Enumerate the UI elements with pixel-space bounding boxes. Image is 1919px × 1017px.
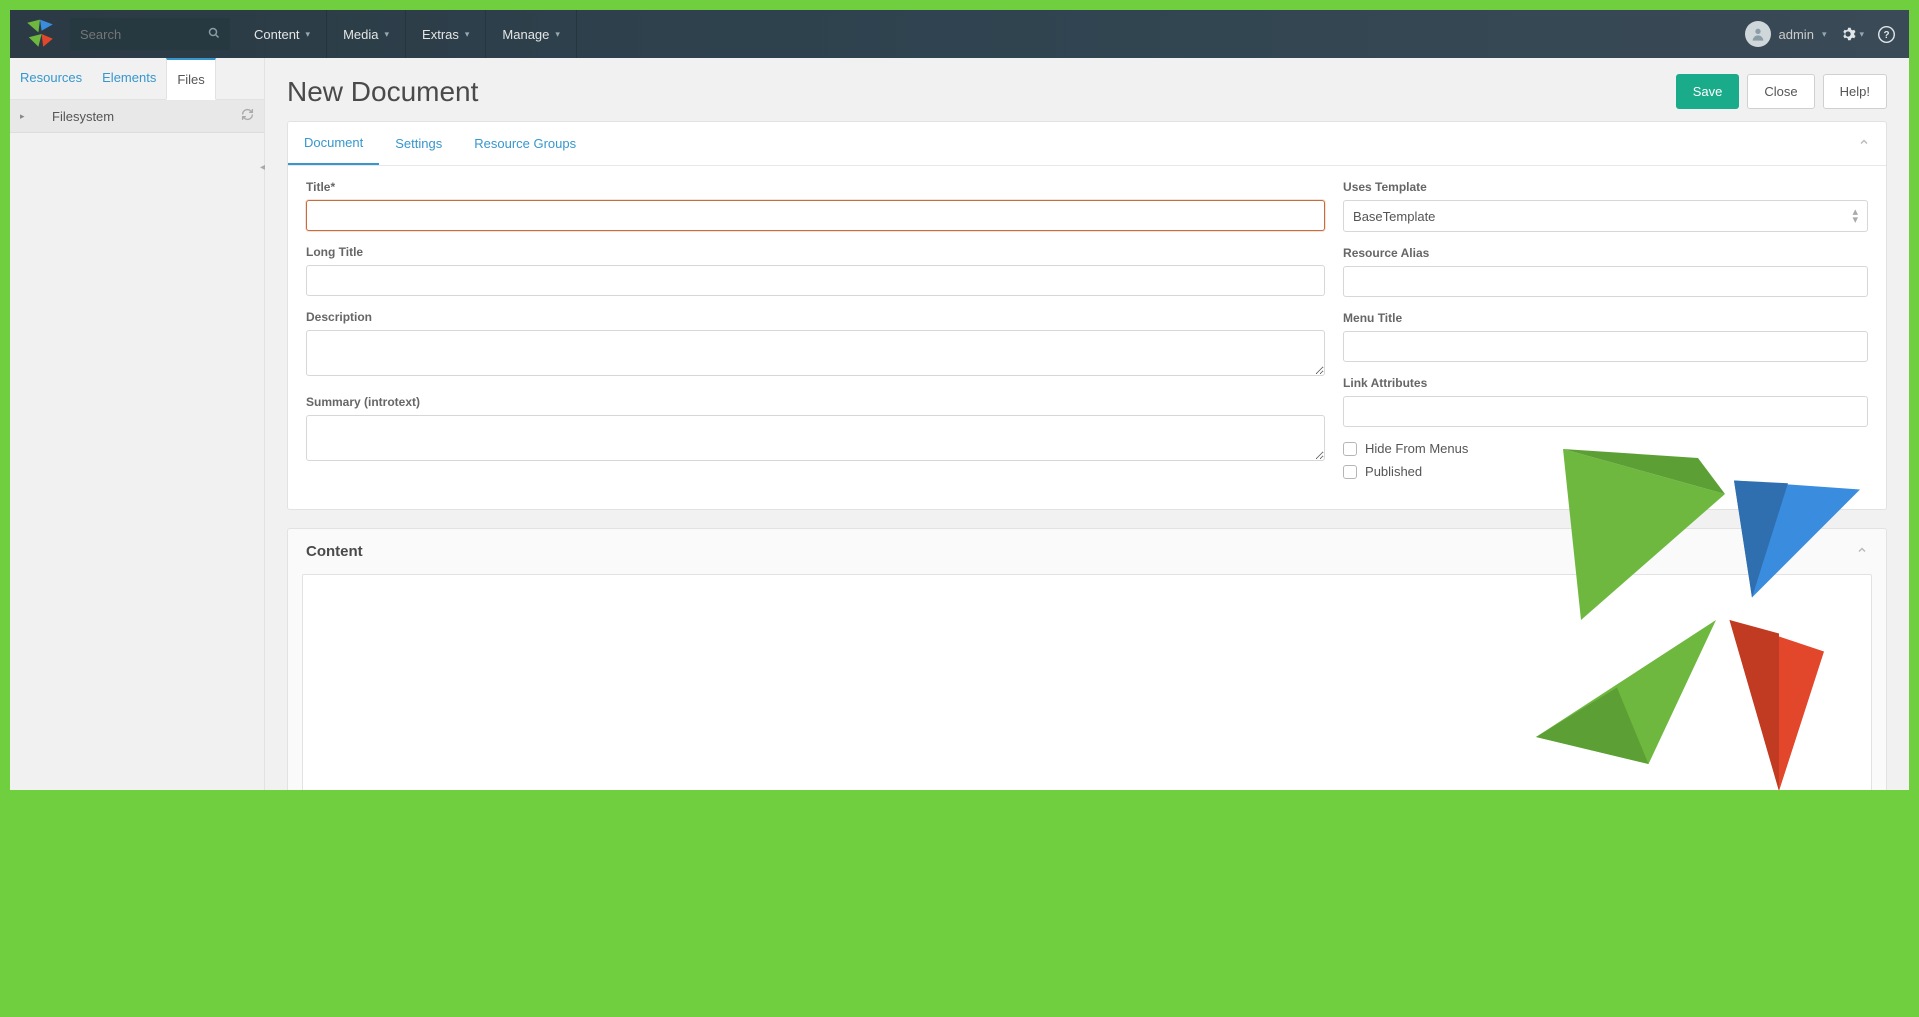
link-attrs-label: Link Attributes [1343, 376, 1868, 390]
chevron-up-icon [1858, 136, 1870, 148]
content-area: New Document Save Close Help! Document S… [265, 58, 1909, 790]
chevron-down-icon: ▾ [1822, 29, 1827, 40]
link-attrs-input[interactable] [1343, 396, 1868, 427]
menu-title-input[interactable] [1343, 331, 1868, 362]
description-input[interactable] [306, 330, 1325, 376]
tab-resource-groups[interactable]: Resource Groups [458, 123, 592, 164]
page-title: New Document [287, 76, 478, 108]
chevron-down-icon: ▾ [555, 29, 560, 40]
help-link-button[interactable]: Help! [1823, 74, 1887, 109]
long-title-input[interactable] [306, 265, 1325, 296]
tree-root-label: Filesystem [34, 109, 114, 124]
chevron-down-icon: ▾ [465, 29, 470, 40]
sidebar-tab-elements[interactable]: Elements [92, 58, 166, 99]
modx-logo-icon [24, 18, 56, 50]
sidebar-tab-resources[interactable]: Resources [10, 58, 92, 99]
alias-label: Resource Alias [1343, 246, 1868, 260]
title-input[interactable] [306, 200, 1325, 231]
user-menu[interactable]: admin ▾ [1745, 21, 1827, 47]
search-input[interactable] [80, 27, 202, 42]
document-panel: Document Settings Resource Groups Title* [287, 121, 1887, 510]
sidebar: Resources Elements Files ▸ Filesystem ◂ [10, 58, 265, 790]
nav-content[interactable]: Content▾ [238, 10, 327, 58]
nav-extras[interactable]: Extras▾ [406, 10, 486, 58]
topbar: Content▾ Media▾ Extras▾ Manage▾ admin ▾ … [10, 10, 1909, 58]
chevron-up-icon [1856, 544, 1868, 556]
chevron-down-icon: ▾ [385, 29, 390, 40]
help-button[interactable]: ? [1878, 26, 1895, 43]
tree-root[interactable]: ▸ Filesystem [10, 100, 264, 133]
menu-title-label: Menu Title [1343, 311, 1868, 325]
chevron-down-icon: ▾ [306, 29, 311, 40]
avatar [1745, 21, 1771, 47]
title-label: Title* [306, 180, 1325, 194]
tab-document[interactable]: Document [288, 122, 379, 165]
user-name: admin [1779, 27, 1814, 42]
alias-input[interactable] [1343, 266, 1868, 297]
refresh-icon[interactable] [241, 108, 254, 124]
chevron-right-icon: ▸ [20, 111, 34, 122]
sidebar-tabs: Resources Elements Files [10, 58, 264, 100]
hide-from-menus-checkbox[interactable]: Hide From Menus [1343, 441, 1868, 456]
settings-button[interactable]: ▾ [1840, 26, 1864, 42]
sort-icon: ▴▾ [1852, 208, 1858, 224]
summary-input[interactable] [306, 415, 1325, 461]
content-collapse-toggle[interactable] [1856, 544, 1868, 559]
save-button[interactable]: Save [1676, 74, 1740, 109]
help-icon: ? [1878, 26, 1895, 43]
summary-label: Summary (introtext) [306, 395, 1325, 409]
sidebar-collapse-handle[interactable]: ◂ [260, 162, 265, 173]
sidebar-tab-files[interactable]: Files [166, 58, 215, 100]
published-checkbox[interactable]: Published [1343, 464, 1868, 479]
tab-settings[interactable]: Settings [379, 123, 458, 164]
close-button[interactable]: Close [1747, 74, 1814, 109]
nav-media[interactable]: Media▾ [327, 10, 406, 58]
template-select[interactable]: BaseTemplate ▴▾ [1343, 200, 1868, 232]
app-logo[interactable] [10, 10, 70, 58]
checkbox-icon [1343, 465, 1357, 479]
template-label: Uses Template [1343, 180, 1868, 194]
svg-text:?: ? [1883, 30, 1889, 41]
panel-collapse-toggle[interactable] [1842, 136, 1886, 151]
long-title-label: Long Title [306, 245, 1325, 259]
checkbox-icon [1343, 442, 1357, 456]
content-section: Content [287, 528, 1887, 790]
global-search[interactable] [70, 18, 230, 50]
content-editor[interactable] [302, 574, 1872, 790]
gear-icon [1840, 26, 1856, 42]
main-nav: Content▾ Media▾ Extras▾ Manage▾ [238, 10, 577, 58]
content-section-title: Content [306, 543, 363, 560]
nav-manage[interactable]: Manage▾ [486, 10, 577, 58]
description-label: Description [306, 310, 1325, 324]
search-icon [208, 27, 220, 42]
